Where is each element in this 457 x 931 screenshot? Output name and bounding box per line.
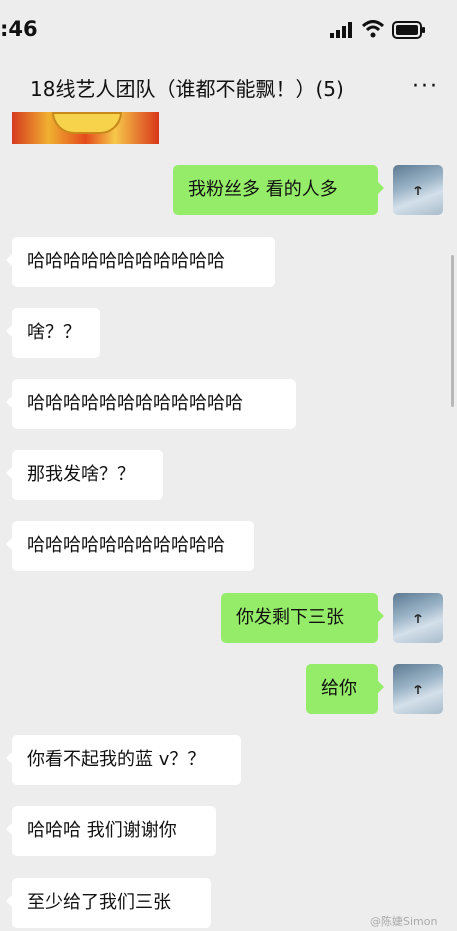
message-text: 哈哈哈 我们谢谢你 [27,820,177,841]
chat-title: 18线艺人团队（谁都不能飘！）(5) [30,77,344,101]
bird-icon [414,614,422,623]
incoming-message-bubble[interactable]: 哈哈哈哈哈哈哈哈哈哈哈 [6,237,275,287]
bubble-tail [378,182,384,194]
watermark: @陈婕Simon [370,915,438,928]
incoming-message-bubble[interactable]: 啥？？ [6,308,100,358]
message-text: 你发剩下三张 [236,607,344,628]
bubble-tail [378,610,384,622]
avatar[interactable] [393,664,443,714]
more-options-icon[interactable]: ··· [412,74,439,99]
bubble-tail [6,895,12,907]
bubble-tail [6,325,12,337]
message-text: 哈哈哈哈哈哈哈哈哈哈哈 [27,535,225,556]
outgoing-message-bubble[interactable]: 给你 [306,664,384,714]
bubble-tail [6,396,12,408]
message-text: 哈哈哈哈哈哈哈哈哈哈哈 [27,251,225,272]
bubble-tail [378,681,384,693]
message-text: 那我发啥？？ [27,464,135,485]
cellular-signal-icon [330,22,352,38]
bubble-tail [6,823,12,835]
status-bar: :46 [0,0,457,60]
message-text: 我粉丝多 看的人多 [188,179,338,200]
message-text: 哈哈哈哈哈哈哈哈哈哈哈哈 [27,393,243,414]
battery-icon [392,21,425,39]
message-text: 你看不起我的蓝 v？？ [27,749,206,770]
avatar[interactable] [393,165,443,215]
message-text: 啥？？ [27,322,81,343]
bubble-tail [6,254,12,266]
message-text: 给你 [321,678,357,699]
bubble-tail [6,752,12,764]
outgoing-message-bubble[interactable]: 我粉丝多 看的人多 [173,165,384,215]
avatar[interactable] [393,593,443,643]
status-time: :46 [0,17,38,41]
sticker-image[interactable] [12,112,159,144]
bubble-tail [6,467,12,479]
gold-ingot-decoration [52,112,122,134]
outgoing-message-bubble[interactable]: 你发剩下三张 [221,593,384,643]
incoming-message-bubble[interactable]: 那我发啥？？ [6,450,163,500]
incoming-message-bubble[interactable]: 至少给了我们三张 [6,878,211,928]
incoming-message-bubble[interactable]: 你看不起我的蓝 v？？ [6,735,241,785]
incoming-message-bubble[interactable]: 哈哈哈哈哈哈哈哈哈哈哈 [6,521,254,571]
incoming-message-bubble[interactable]: 哈哈哈哈哈哈哈哈哈哈哈哈 [6,379,296,429]
wifi-icon [362,20,384,38]
message-text: 至少给了我们三张 [27,892,171,913]
scrollbar[interactable] [451,255,454,407]
incoming-message-bubble[interactable]: 哈哈哈 我们谢谢你 [6,806,216,856]
bubble-tail [6,538,12,550]
chat-header: 18线艺人团队（谁都不能飘！）(5) ··· [0,60,457,112]
bird-icon [414,186,422,195]
bird-icon [414,685,422,694]
